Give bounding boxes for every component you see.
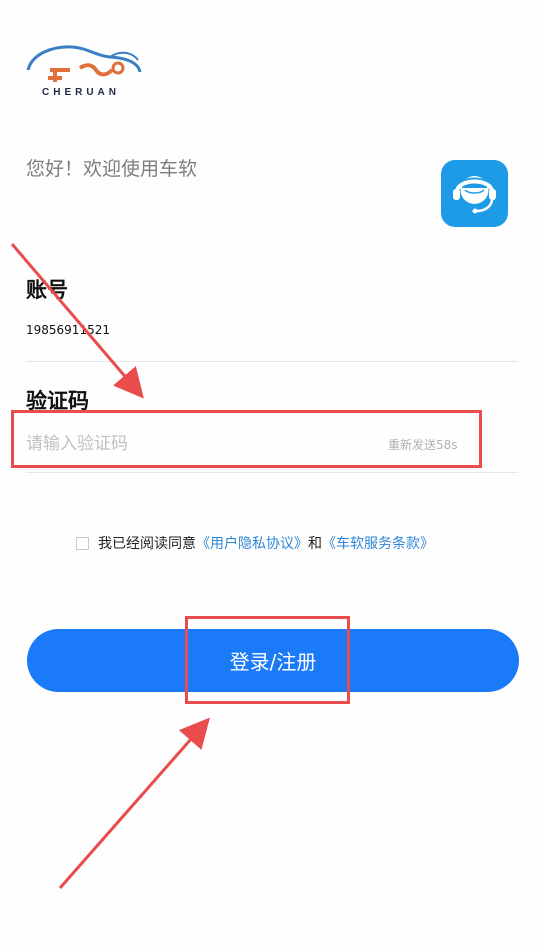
annotation-arrow-to-code xyxy=(10,243,144,399)
agreement-prefix: 我已经阅读同意 xyxy=(98,536,196,552)
logo-text: CHERUAN xyxy=(42,87,120,98)
welcome-greeting: 您好！欢迎使用车软 xyxy=(26,158,198,180)
account-divider xyxy=(26,361,518,362)
privacy-agreement-link[interactable]: 《用户隐私协议》 xyxy=(196,533,308,553)
cheruan-logo: CHERUAN xyxy=(26,40,144,104)
code-divider xyxy=(26,472,518,473)
agreement-conjunction: 和 xyxy=(308,536,322,552)
annotation-arrow-to-button xyxy=(58,717,210,889)
account-value[interactable]: 19856911521 xyxy=(26,323,110,337)
agreement-checkbox[interactable] xyxy=(76,536,89,550)
annotation-highlight-login-button xyxy=(185,616,350,704)
customer-service-headset-icon[interactable] xyxy=(441,160,508,227)
car-wrench-logo-icon xyxy=(26,45,142,82)
account-label: 账号 xyxy=(26,278,68,302)
login-page: CHERUAN 您好！欢迎使用车软 账号 19856911521 验证码 重新发… xyxy=(0,0,543,949)
service-terms-link[interactable]: 《车软服务条款》 xyxy=(322,533,434,553)
annotation-highlight-code-field xyxy=(11,410,482,468)
annotation-arrows xyxy=(10,243,210,889)
agreement-row: 我已经阅读同意 《用户隐私协议》 和 《车软服务条款》 xyxy=(76,533,434,553)
